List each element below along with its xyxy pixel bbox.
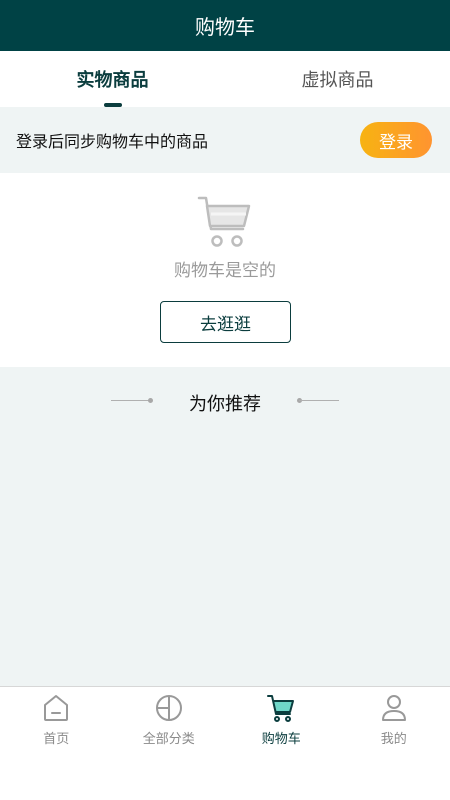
home-icon: [44, 695, 69, 721]
nav-label: 购物车: [261, 732, 301, 747]
app-root: 购物车 实物商品 虚拟商品 登录后同步购物车中的商品 登录 购物车是空的 去逛逛…: [0, 0, 450, 800]
nav-item-home[interactable]: 首页: [0, 687, 113, 751]
bottom-nav: 首页 全部分类 购物车 我的: [0, 686, 450, 800]
login-button[interactable]: 登录: [360, 122, 432, 158]
tab-bar: 实物商品 虚拟商品: [0, 51, 450, 107]
empty-cart-icon: [197, 196, 251, 247]
nav-label: 我的: [380, 732, 407, 747]
nav-item-cart[interactable]: 购物车: [225, 687, 338, 751]
login-bar: 登录后同步购物车中的商品 登录: [0, 107, 450, 173]
tab-physical-goods[interactable]: 实物商品: [0, 51, 225, 107]
tab-label: 虚拟商品: [301, 70, 374, 91]
nav-label: 首页: [43, 732, 70, 747]
tab-virtual-goods[interactable]: 虚拟商品: [225, 51, 450, 107]
category-icon: [155, 695, 182, 721]
nav-item-mine[interactable]: 我的: [338, 687, 450, 751]
tab-label: 实物商品: [76, 70, 149, 91]
user-icon: [381, 695, 406, 721]
header: 购物车: [0, 0, 450, 51]
divider-line-right: [299, 400, 339, 401]
login-prompt-text: 登录后同步购物车中的商品: [16, 132, 209, 151]
cart-icon: [267, 695, 295, 722]
nav-label: 全部分类: [142, 732, 195, 747]
page-title: 购物车: [195, 15, 255, 39]
empty-cart-message: 购物车是空的: [174, 261, 276, 281]
recommend-header: 为你推荐: [0, 367, 450, 437]
empty-cart-section: 购物车是空的 去逛逛: [0, 173, 450, 367]
recommend-title: 为你推荐: [189, 394, 261, 415]
nav-item-categories[interactable]: 全部分类: [113, 687, 226, 751]
browse-button[interactable]: 去逛逛: [160, 301, 291, 343]
